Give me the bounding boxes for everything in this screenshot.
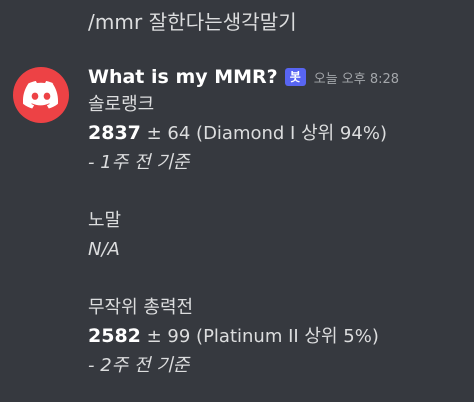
- aram-mmr-line: 2582 ± 99 (Platinum II 상위 5%): [88, 322, 468, 351]
- chat-view: /mmr 잘한다는생각말기 What is my MMR? 봇 오늘 오후 8:…: [0, 0, 474, 402]
- aram-mmr-score: 2582: [88, 325, 141, 347]
- solo-rank-mmr-score: 2837: [88, 122, 141, 144]
- solo-rank-note: - 1주 전 기준: [88, 152, 190, 173]
- section-title-aram: 무작위 총력전: [88, 297, 194, 318]
- slash-command-text: /mmr 잘한다는생각말기: [88, 10, 297, 34]
- message-header: What is my MMR? 봇 오늘 오후 8:28: [88, 63, 399, 91]
- solo-rank-mmr-detail: ± 64 (Diamond I 상위 94%): [140, 123, 387, 144]
- message-timestamp[interactable]: 오늘 오후 8:28: [314, 68, 399, 87]
- message-content: 솔로랭크 2837 ± 64 (Diamond I 상위 94%) - 1주 전…: [88, 90, 468, 380]
- bot-tag-badge: 봇: [284, 68, 306, 86]
- aram-mmr-detail: ± 99 (Platinum II 상위 5%): [140, 326, 379, 347]
- aram-note: - 2주 전 기준: [88, 355, 190, 376]
- section-title-normal: 노말: [88, 210, 122, 231]
- section-title-solo-rank: 솔로랭크: [88, 94, 155, 115]
- discord-logo-icon: [23, 81, 59, 109]
- solo-rank-mmr-line: 2837 ± 64 (Diamond I 상위 94%): [88, 119, 468, 148]
- bot-username[interactable]: What is my MMR?: [88, 66, 278, 88]
- bot-avatar[interactable]: [13, 67, 69, 123]
- normal-mmr-value: N/A: [88, 239, 120, 260]
